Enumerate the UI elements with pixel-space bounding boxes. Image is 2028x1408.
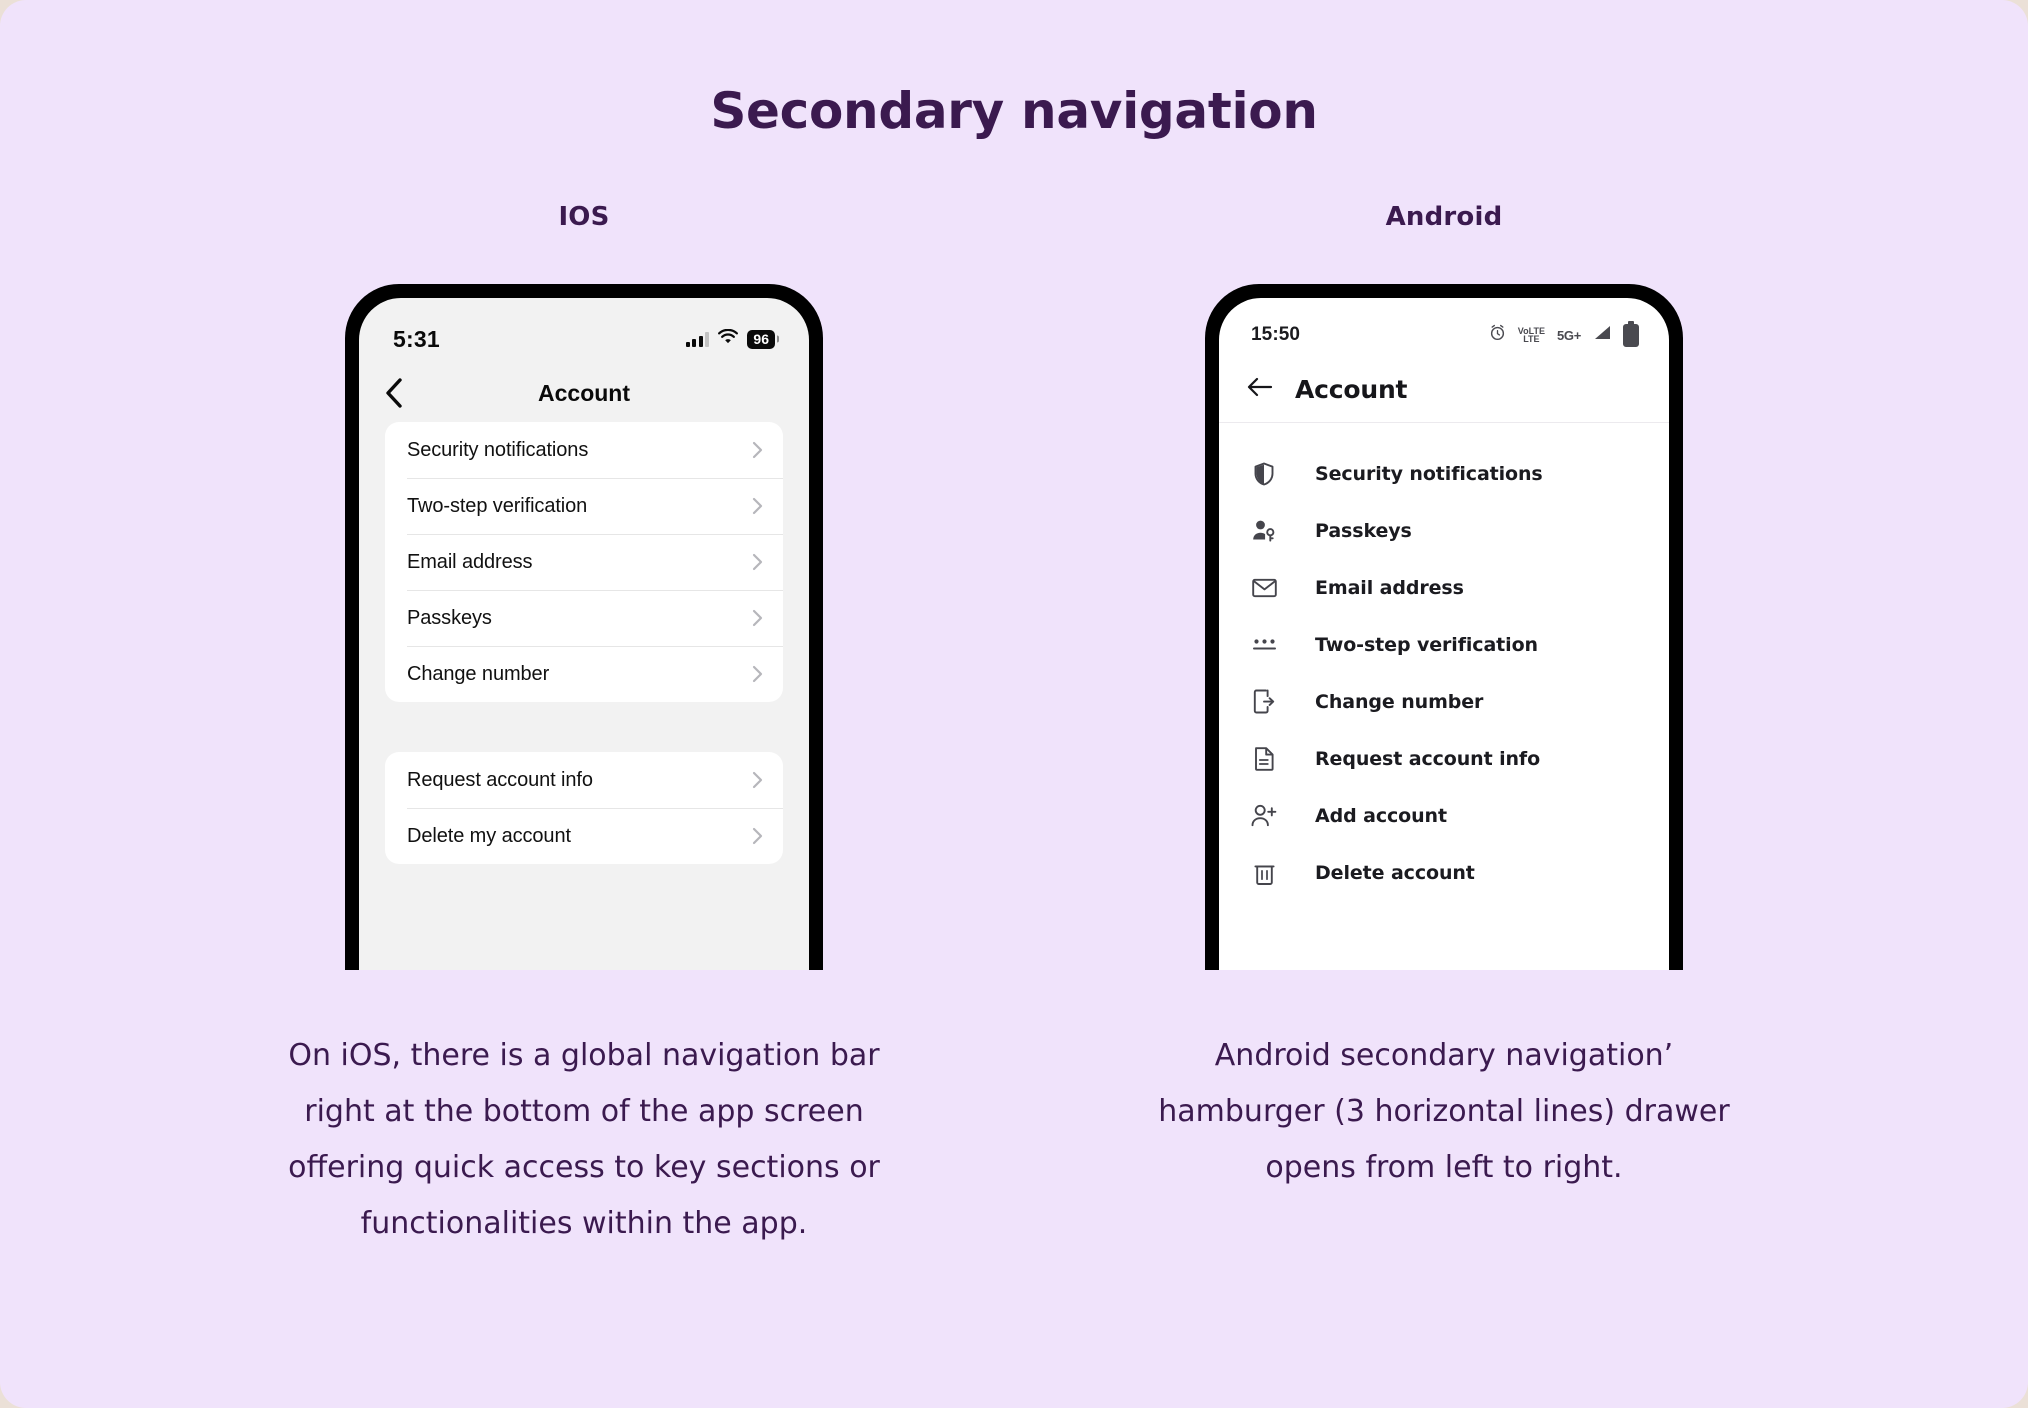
ios-nav-bar: Account	[359, 364, 809, 422]
chevron-right-icon	[752, 665, 763, 683]
platform-label-android: Android	[1385, 202, 1503, 232]
chevron-right-icon	[752, 771, 763, 789]
phone-arrow-icon	[1251, 689, 1277, 715]
list-item-label: Passkeys	[407, 606, 492, 629]
list-item-label: Change number	[1315, 690, 1484, 713]
list-item[interactable]: Email address	[1219, 559, 1669, 616]
android-screen: 15:50 VoLTE LTE 5G+ Account Security not…	[1219, 298, 1669, 970]
list-item-label: Security notifications	[1315, 462, 1543, 485]
list-item-label: Security notifications	[407, 438, 589, 461]
chevron-right-icon	[752, 827, 763, 845]
list-item[interactable]: Request account info	[1219, 730, 1669, 787]
list-item[interactable]: Request account info	[385, 752, 783, 808]
list-item-label: Two-step verification	[1315, 633, 1538, 656]
list-item[interactable]: Passkeys	[385, 590, 783, 646]
platform-columns: IOS 5:31 96 Account Security notificatio…	[0, 202, 2028, 1252]
arrow-left-icon[interactable]	[1247, 376, 1273, 403]
android-app-bar: Account	[1219, 356, 1669, 423]
volte-indicator: VoLTE LTE	[1517, 326, 1545, 344]
list-item-label: Two-step verification	[407, 494, 588, 517]
person-key-icon	[1251, 518, 1277, 544]
list-item[interactable]: Delete account	[1219, 844, 1669, 901]
android-status-bar: 15:50 VoLTE LTE 5G+	[1219, 298, 1669, 350]
list-item-label: Delete my account	[407, 824, 571, 847]
list-item-label: Email address	[1315, 576, 1464, 599]
trash-icon	[1251, 860, 1277, 886]
android-page-title: Account	[1295, 374, 1408, 404]
list-item[interactable]: Change number	[1219, 673, 1669, 730]
list-item-label: Add account	[1315, 804, 1447, 827]
person-plus-icon	[1251, 803, 1277, 829]
alarm-clock-icon	[1489, 324, 1506, 346]
ios-phone-frame: 5:31 96 Account Security notifications T…	[345, 284, 823, 970]
platform-label-ios: IOS	[558, 202, 610, 232]
list-item-label: Request account info	[1315, 747, 1541, 770]
android-status-icons: VoLTE LTE 5G+	[1489, 323, 1639, 347]
android-drawer-list: Security notifications Passkeys Email ad…	[1219, 423, 1669, 901]
chevron-right-icon	[752, 609, 763, 627]
list-item[interactable]: Passkeys	[1219, 502, 1669, 559]
list-item[interactable]: Email address	[385, 534, 783, 590]
signal-triangle-icon	[1593, 325, 1611, 345]
ios-caption: On iOS, there is a global navigation bar…	[288, 1038, 880, 1241]
list-item[interactable]: Delete my account	[385, 808, 783, 864]
chevron-right-icon	[752, 497, 763, 515]
ios-status-bar: 5:31 96	[359, 298, 809, 356]
android-phone-frame: 15:50 VoLTE LTE 5G+ Account Security not…	[1205, 284, 1683, 970]
ios-list-group-2: Request account info Delete my account	[385, 752, 783, 864]
list-item[interactable]: Security notifications	[1219, 445, 1669, 502]
list-item[interactable]: Two-step verification	[1219, 616, 1669, 673]
list-item-label: Passkeys	[1315, 519, 1412, 542]
dots-passcode-icon	[1251, 632, 1277, 658]
chevron-right-icon	[752, 441, 763, 459]
ios-status-time: 5:31	[393, 325, 440, 352]
list-item-label: Change number	[407, 662, 550, 685]
shield-icon	[1251, 461, 1277, 487]
list-item[interactable]: Add account	[1219, 787, 1669, 844]
list-item-label: Request account info	[407, 768, 593, 791]
wifi-icon	[718, 328, 739, 349]
ios-status-icons: 96	[685, 328, 775, 349]
android-column: Android 15:50 VoLTE LTE 5G+ Account Secu…	[1158, 202, 1729, 1252]
slide-root: Secondary navigation IOS 5:31 96 Account…	[0, 0, 2028, 1408]
ios-list-group-1: Security notifications Two-step verifica…	[385, 422, 783, 702]
battery-icon: 96	[747, 329, 775, 349]
cellular-signal-icon	[685, 331, 710, 347]
ios-column: IOS 5:31 96 Account Security notificatio…	[288, 202, 880, 1252]
ios-page-title: Account	[538, 379, 630, 406]
chevron-right-icon	[752, 553, 763, 571]
ios-screen: 5:31 96 Account Security notifications T…	[359, 298, 809, 970]
list-item[interactable]: Two-step verification	[385, 478, 783, 534]
page-title: Secondary navigation	[710, 82, 1318, 140]
network-type-label: 5G+	[1556, 327, 1581, 343]
list-item-label: Delete account	[1315, 861, 1475, 884]
list-item[interactable]: Security notifications	[385, 422, 783, 478]
battery-icon	[1623, 323, 1639, 347]
android-status-time: 15:50	[1251, 324, 1301, 345]
document-icon	[1251, 746, 1277, 772]
envelope-icon	[1251, 575, 1277, 601]
android-caption: Android secondary navigation’ hamburger …	[1158, 1038, 1730, 1185]
list-item-label: Email address	[407, 550, 533, 573]
list-item[interactable]: Change number	[385, 646, 783, 702]
